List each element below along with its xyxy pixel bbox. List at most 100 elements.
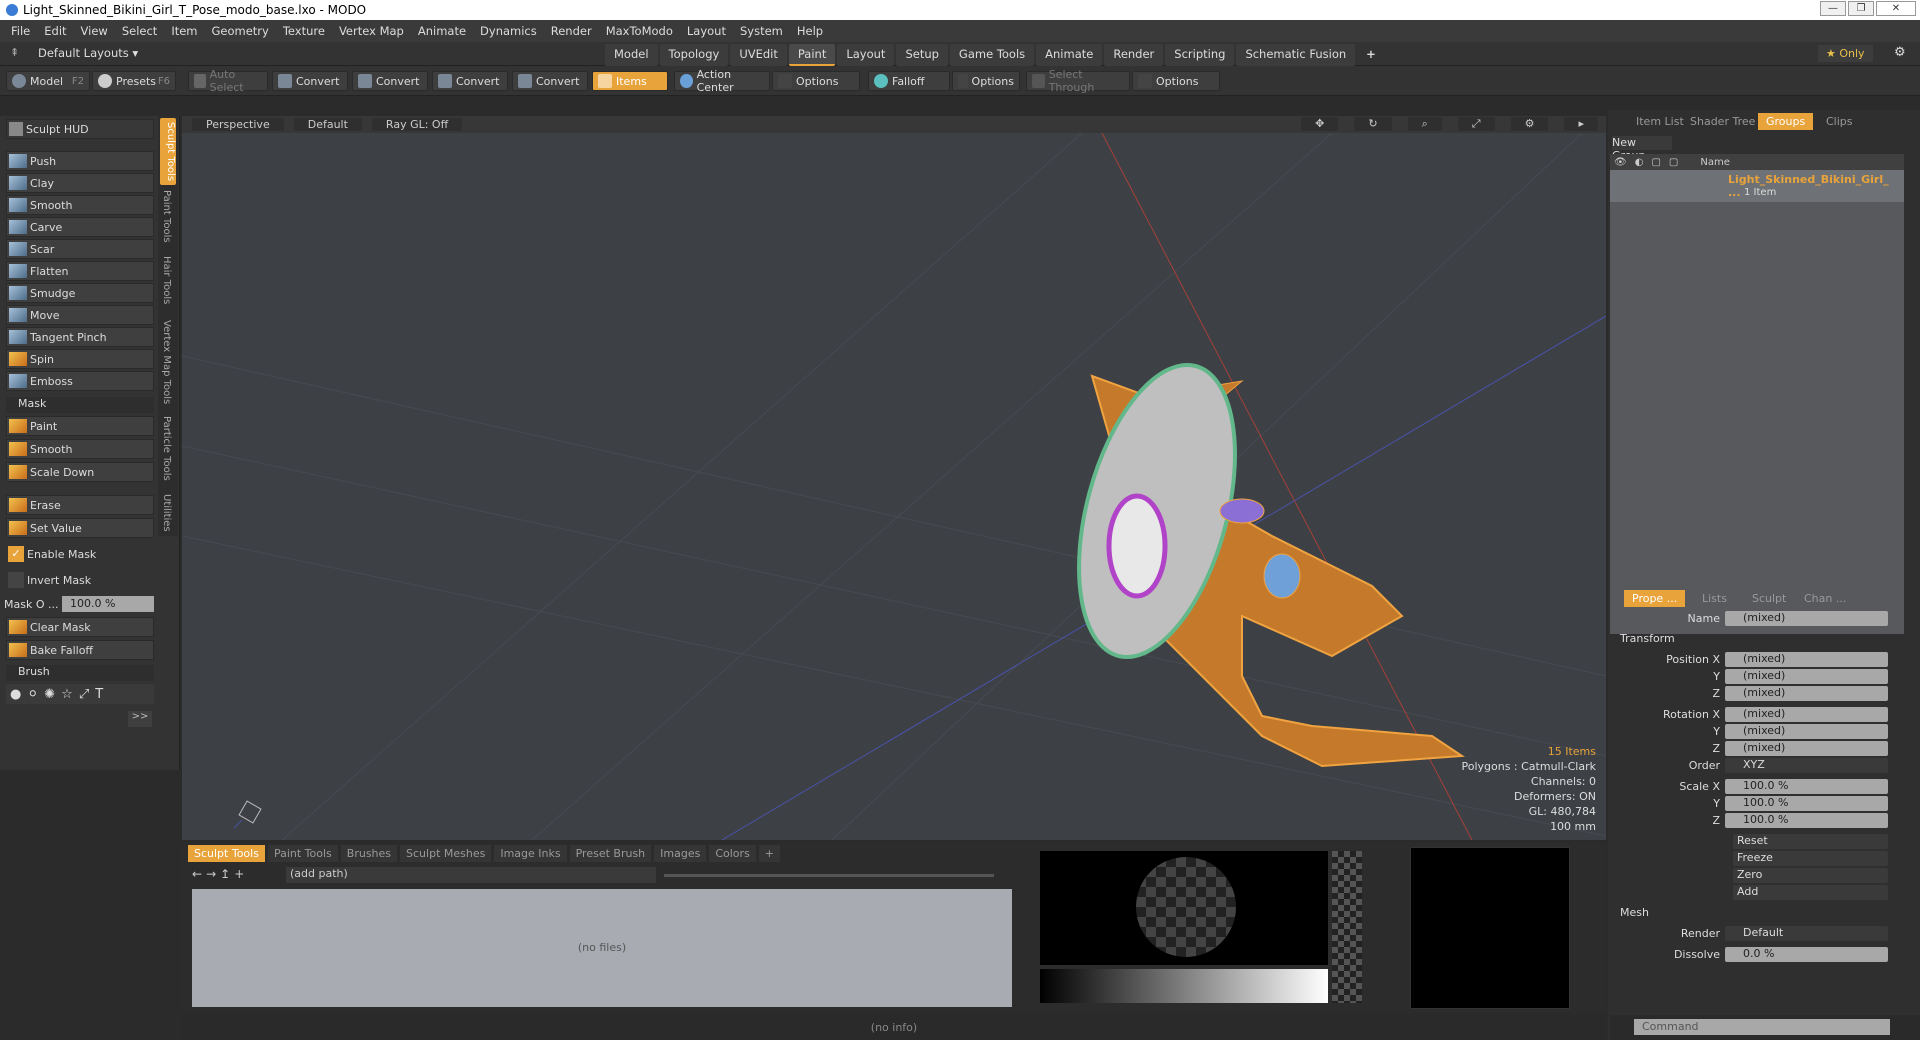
text-brush-icon[interactable]: T bbox=[95, 687, 103, 702]
enable-mask-toggle[interactable]: ✓ Enable Mask bbox=[6, 544, 154, 564]
dissolve-field[interactable]: 0.0 % bbox=[1725, 947, 1888, 962]
maximize-button[interactable]: ❐ bbox=[1848, 1, 1874, 16]
tab-groups[interactable]: Groups bbox=[1758, 113, 1814, 130]
add-path-icon[interactable]: + bbox=[234, 867, 244, 881]
clear-mask-button[interactable]: Clear Mask bbox=[6, 617, 154, 637]
tool-tangent-pinch[interactable]: Tangent Pinch bbox=[6, 327, 154, 347]
vtab-sculpt-tools[interactable]: Sculpt Tools bbox=[160, 118, 176, 186]
menu-vertex-map[interactable]: Vertex Map bbox=[332, 24, 411, 38]
visibility-icon[interactable]: 👁 bbox=[1614, 157, 1627, 168]
rotation-y-field[interactable]: (mixed) bbox=[1725, 724, 1888, 739]
menu-maxtomodo[interactable]: MaxToModo bbox=[599, 24, 680, 38]
convert-button-3[interactable]: Convert bbox=[432, 71, 508, 91]
btab-brushes[interactable]: Brushes bbox=[340, 845, 398, 862]
name-column-header[interactable]: Name bbox=[1700, 157, 1730, 168]
select-through-button[interactable]: Select Through bbox=[1026, 68, 1130, 94]
menu-view[interactable]: View bbox=[74, 24, 115, 38]
vtab-hair-tools[interactable]: Hair Tools bbox=[161, 256, 172, 304]
mask-opacity-field[interactable]: 100.0 % bbox=[62, 596, 154, 612]
zero-dropdown[interactable]: Zero bbox=[1733, 868, 1888, 883]
set-value-button[interactable]: Set Value bbox=[6, 518, 154, 538]
gear-icon[interactable]: ⚙ bbox=[1894, 45, 1906, 60]
position-y-field[interactable]: (mixed) bbox=[1725, 669, 1888, 684]
sculpt-hud-button[interactable]: Sculpt HUD bbox=[6, 119, 154, 139]
reset-dropdown[interactable]: Reset bbox=[1733, 834, 1888, 849]
tab-paint[interactable]: Paint bbox=[788, 44, 836, 66]
tab-properties[interactable]: Prope ... bbox=[1624, 590, 1686, 607]
select-options-button[interactable]: Options bbox=[1132, 71, 1220, 91]
file-browser-area[interactable]: (no files) bbox=[192, 889, 1012, 1007]
vtab-particle-tools[interactable]: Particle Tools bbox=[161, 416, 172, 481]
transform-section[interactable]: Transform bbox=[1620, 632, 1675, 645]
name-field[interactable]: (mixed) bbox=[1725, 611, 1888, 626]
line-brush-icon[interactable]: ⤢ bbox=[79, 687, 89, 702]
auto-select-button[interactable]: Auto Select bbox=[188, 68, 268, 94]
menu-render[interactable]: Render bbox=[544, 24, 599, 38]
star-brush-icon[interactable]: ☆ bbox=[61, 687, 73, 702]
menu-help[interactable]: Help bbox=[790, 24, 830, 38]
btab-images[interactable]: Images bbox=[654, 845, 707, 862]
soft-brush-icon[interactable]: ● bbox=[10, 687, 21, 702]
mask-section-header[interactable]: Mask bbox=[6, 397, 154, 413]
tool-spin[interactable]: Spin bbox=[6, 349, 154, 369]
tab-sculpt[interactable]: Sculpt bbox=[1744, 590, 1794, 607]
menu-texture[interactable]: Texture bbox=[276, 24, 332, 38]
tab-schematic-fusion[interactable]: Schematic Fusion bbox=[1236, 44, 1356, 66]
rotation-x-field[interactable]: (mixed) bbox=[1725, 707, 1888, 722]
tool-emboss[interactable]: Emboss bbox=[6, 371, 154, 391]
tool-flatten[interactable]: Flatten bbox=[6, 261, 154, 281]
tool-carve[interactable]: Carve bbox=[6, 217, 154, 237]
lock-icon[interactable]: ▢ bbox=[1651, 157, 1660, 168]
btab-sculpt-tools[interactable]: Sculpt Tools bbox=[188, 845, 265, 862]
convert-button-1[interactable]: Convert bbox=[272, 71, 348, 91]
position-z-field[interactable]: (mixed) bbox=[1725, 686, 1888, 701]
vtab-paint-tools[interactable]: Paint Tools bbox=[161, 190, 172, 243]
tab-uvedit[interactable]: UVEdit bbox=[730, 44, 787, 66]
rotation-z-field[interactable]: (mixed) bbox=[1725, 741, 1888, 756]
menu-select[interactable]: Select bbox=[115, 24, 164, 38]
items-mode-button[interactable]: Items bbox=[592, 71, 668, 91]
tab-game-tools[interactable]: Game Tools bbox=[949, 44, 1035, 66]
tab-channels[interactable]: Chan ... bbox=[1796, 590, 1854, 607]
layout-dropdown[interactable]: Default Layouts ▾ bbox=[38, 46, 138, 60]
minimize-button[interactable]: — bbox=[1820, 1, 1846, 16]
tab-render[interactable]: Render bbox=[1104, 44, 1164, 66]
menu-geometry[interactable]: Geometry bbox=[205, 24, 276, 38]
btab-image-inks[interactable]: Image Inks bbox=[494, 845, 567, 862]
select-icon[interactable]: ▢ bbox=[1669, 157, 1678, 168]
tab-topology[interactable]: Topology bbox=[659, 44, 729, 66]
presets-button[interactable]: Presets F6 bbox=[92, 71, 176, 91]
tab-clips[interactable]: Clips bbox=[1818, 113, 1861, 130]
hard-brush-icon[interactable]: ⚪ bbox=[27, 687, 38, 702]
layout-expand-icon[interactable]: ⇞ bbox=[10, 46, 19, 59]
splat-brush-icon[interactable]: ✺ bbox=[44, 687, 55, 702]
tab-layout[interactable]: Layout bbox=[837, 44, 895, 66]
tool-move[interactable]: Move bbox=[6, 305, 154, 325]
model-mode-button[interactable]: Model F2 bbox=[6, 71, 90, 91]
position-x-field[interactable]: (mixed) bbox=[1725, 652, 1888, 667]
tab-scripting[interactable]: Scripting bbox=[1165, 44, 1235, 66]
tool-push[interactable]: Push bbox=[6, 151, 154, 171]
scale-y-field[interactable]: 100.0 % bbox=[1725, 796, 1888, 811]
action-center-options-button[interactable]: Options bbox=[772, 71, 860, 91]
falloff-options-button[interactable]: Options bbox=[952, 71, 1020, 91]
tab-model[interactable]: Model bbox=[605, 44, 658, 66]
btab-paint-tools[interactable]: Paint Tools bbox=[267, 845, 338, 862]
add-dropdown[interactable]: Add bbox=[1733, 885, 1888, 900]
tab-shader-tree[interactable]: Shader Tree bbox=[1682, 113, 1763, 130]
new-group-button[interactable]: New Group bbox=[1612, 136, 1672, 162]
btab-preset-brush[interactable]: Preset Brush bbox=[569, 845, 652, 862]
back-arrow-icon[interactable]: ← bbox=[192, 867, 202, 881]
vtab-utilities[interactable]: Utilities bbox=[161, 494, 172, 532]
tab-animate[interactable]: Animate bbox=[1036, 44, 1103, 66]
brush-section-header[interactable]: Brush bbox=[6, 665, 154, 681]
add-tab-icon[interactable]: + bbox=[758, 845, 781, 862]
mask-paint-button[interactable]: Paint bbox=[6, 416, 154, 436]
forward-arrow-icon[interactable]: → bbox=[206, 867, 216, 881]
menu-edit[interactable]: Edit bbox=[37, 24, 73, 38]
erase-button[interactable]: Erase bbox=[6, 495, 154, 515]
falloff-button[interactable]: Falloff bbox=[868, 71, 950, 91]
only-button[interactable]: ★ Only bbox=[1818, 45, 1873, 62]
mesh-section[interactable]: Mesh bbox=[1620, 906, 1649, 919]
add-tab-icon[interactable]: + bbox=[1357, 44, 1385, 66]
